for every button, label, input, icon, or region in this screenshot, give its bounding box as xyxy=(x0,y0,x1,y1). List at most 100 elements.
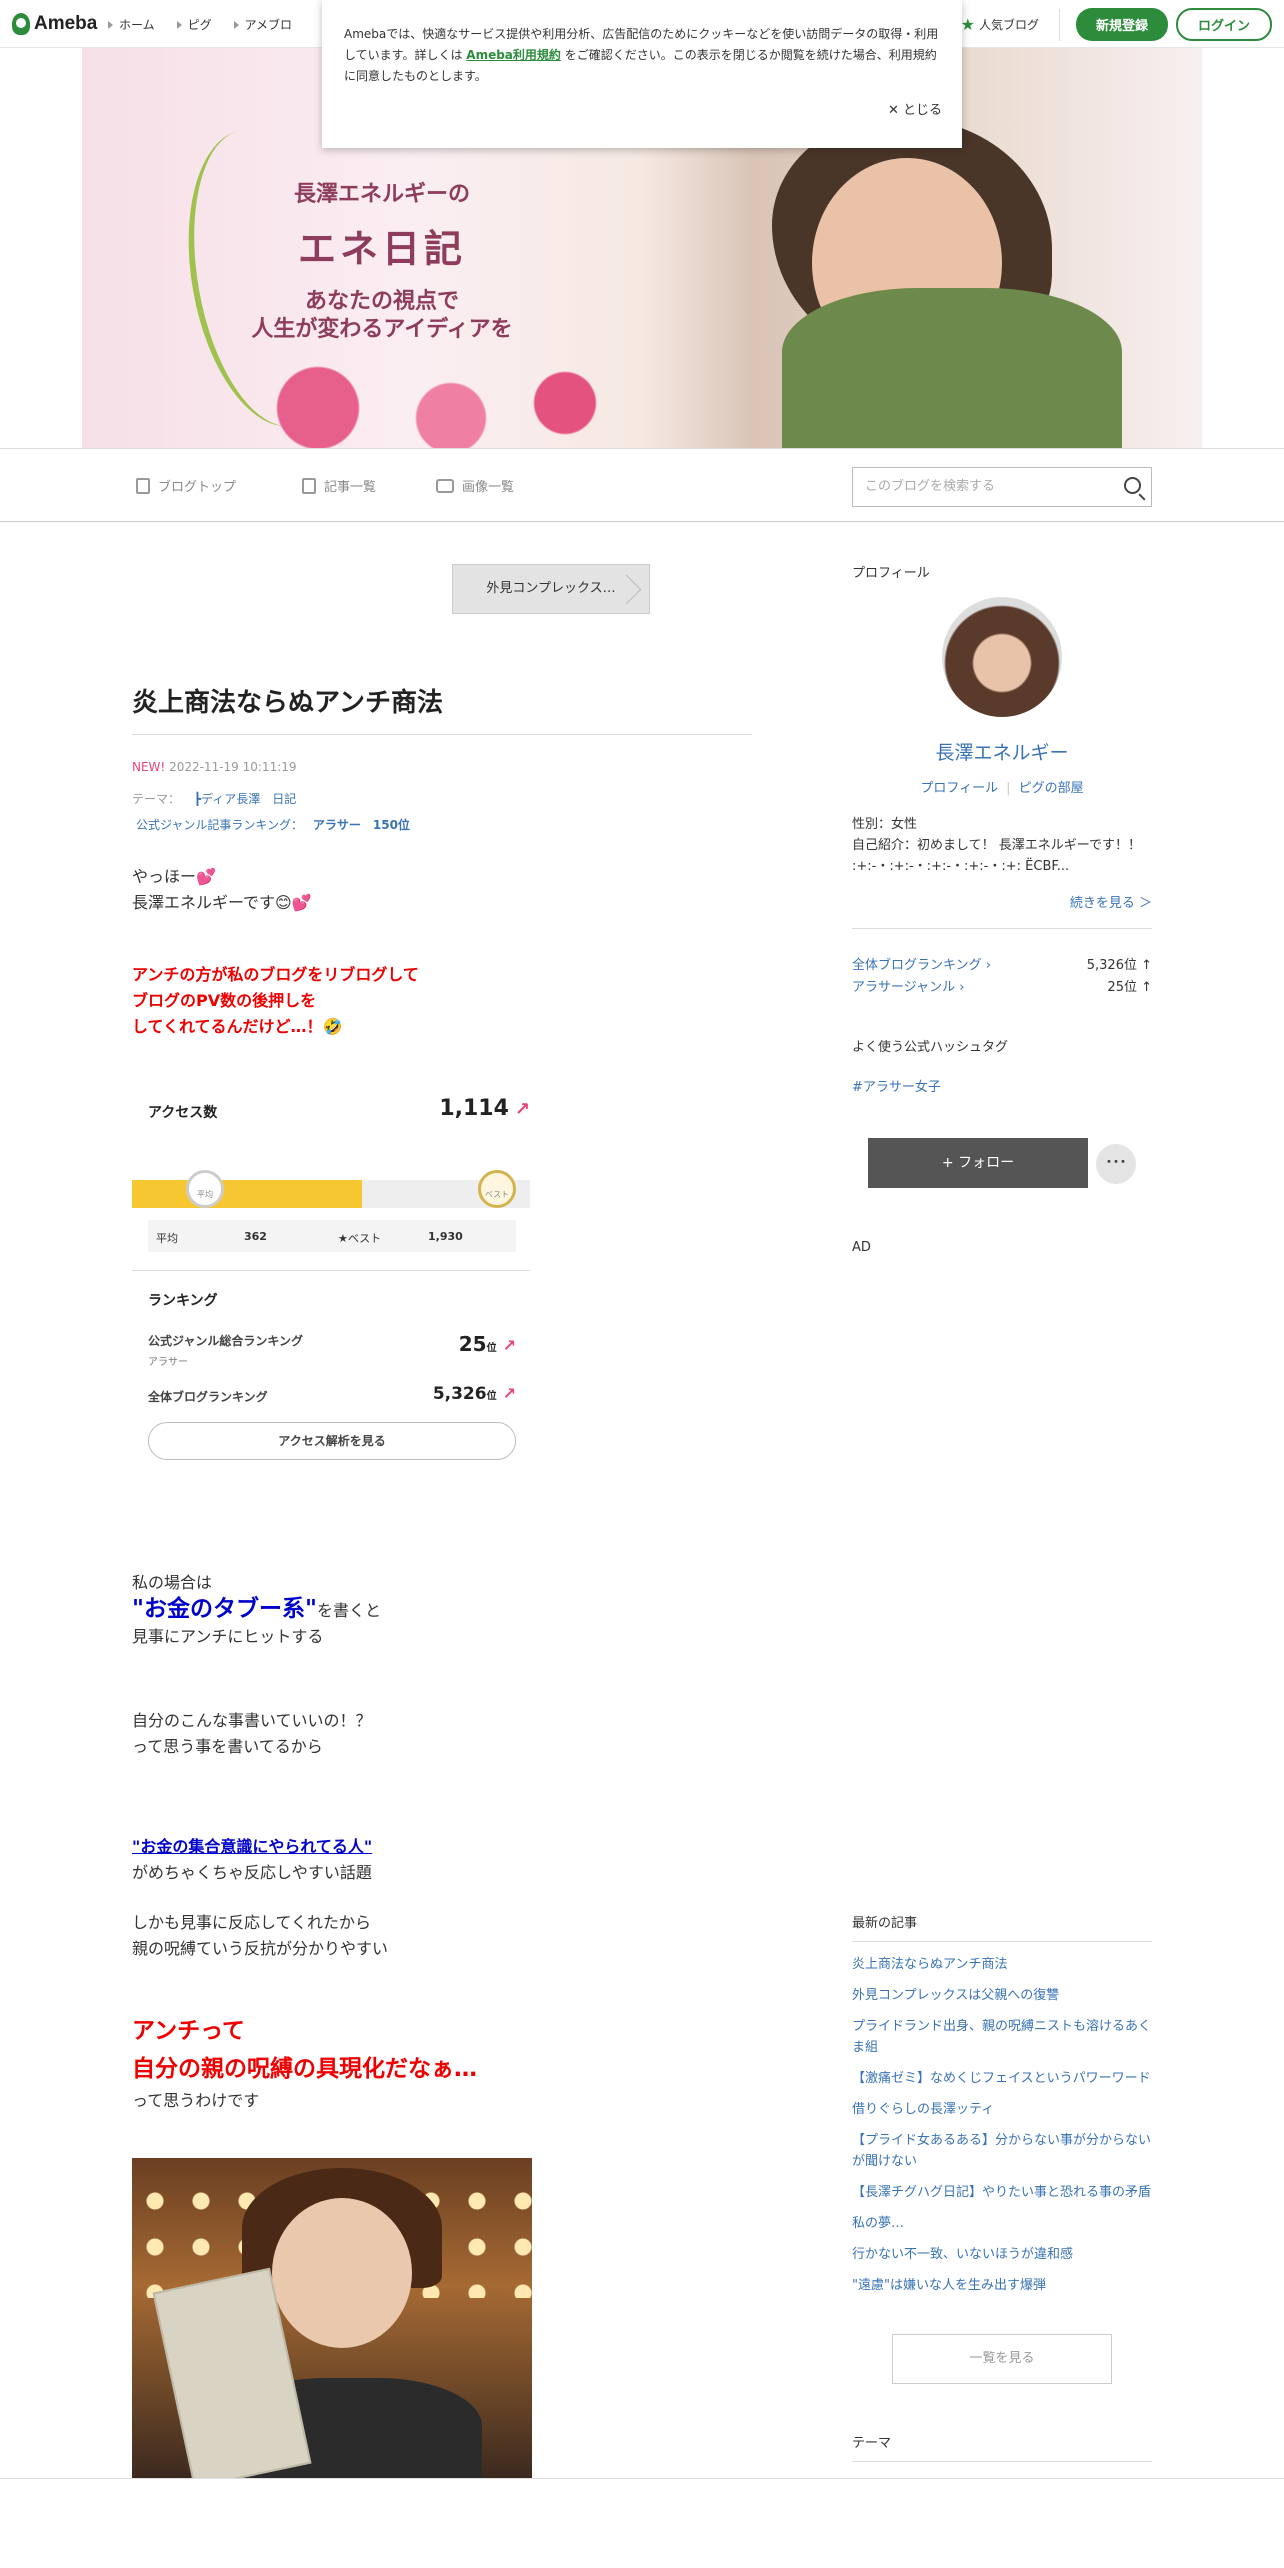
banner-tagline-line1: あなたの視点で xyxy=(304,289,459,314)
text-line: 親の呪縛ていう反抗が分かりやすい xyxy=(132,1939,389,1958)
profile-name[interactable]: 長澤エネルギー xyxy=(852,738,1152,765)
access-bar: 平均 ベスト xyxy=(132,1170,530,1208)
signup-button[interactable]: 新規登録 xyxy=(1075,8,1168,41)
divider xyxy=(1058,8,1060,41)
read-more-link[interactable]: 続きを見る ＞ xyxy=(1070,892,1152,911)
follow-button[interactable]: + フォロー xyxy=(868,1138,1088,1188)
rank-label: 公式ジャンル記事ランキング： xyxy=(136,818,304,832)
article-theme: テーマ： ┣ディア長澤 日記 xyxy=(132,790,296,807)
article-date: 2022-11-19 10:11:19 xyxy=(169,760,297,774)
ameba-logo[interactable]: Ameba xyxy=(12,12,97,36)
text-line: って思うわけです xyxy=(132,2091,260,2110)
article-title[interactable]: 炎上商法ならぬアンチ商法 xyxy=(132,682,443,719)
image-list-link[interactable]: 画像一覧 xyxy=(436,476,514,495)
more-options-button[interactable]: ･･･ xyxy=(1096,1144,1136,1184)
average-label: 平均 xyxy=(156,1232,178,1245)
cookie-close-button[interactable]: ✕ とじる xyxy=(888,100,942,121)
star-icon: ★ xyxy=(960,15,975,34)
emphasis-text: "お金のタブー系" xyxy=(132,1596,317,1622)
view-all-button[interactable]: 一覧を見る xyxy=(892,2334,1112,2384)
genre-ranking-row[interactable]: アラサージャンル › 25位 ↑ xyxy=(852,976,1152,995)
list-item[interactable]: 外見コンプレックスは父親への復讐 xyxy=(852,1985,1152,2006)
overall-ranking-label: 全体ブログランキング xyxy=(852,958,982,973)
terms-link[interactable]: Ameba利用規約 xyxy=(466,48,561,62)
list-item[interactable]: 炎上商法ならぬアンチ商法 xyxy=(852,1954,1152,1975)
ameba-logo-icon xyxy=(12,13,30,35)
emphasis-text: アンチって xyxy=(132,2018,245,2044)
document-icon xyxy=(136,477,150,494)
banner-tagline-line2: 人生が変わるアイディアを xyxy=(251,317,513,342)
article-meta: NEW! 2022-11-19 10:11:19 xyxy=(132,760,297,774)
theme-title: テーマ xyxy=(852,2432,1152,2462)
avatar[interactable] xyxy=(942,597,1062,717)
paragraph-greeting: やっほー💕 長澤エネルギーです😊💕 xyxy=(132,864,312,916)
access-label: アクセス数 xyxy=(148,1105,218,1121)
article-list-link[interactable]: 記事一覧 xyxy=(302,476,376,495)
popular-label: 人気ブログ xyxy=(978,18,1039,32)
ranking-title: ランキング xyxy=(148,1293,218,1309)
best-marker: ベスト xyxy=(478,1170,516,1208)
divider xyxy=(852,928,1152,929)
blog-top-link[interactable]: ブログトップ xyxy=(136,476,236,495)
text-line: やっほー💕 xyxy=(132,867,216,886)
text-line: アンチの方が私のブログをリブログして xyxy=(132,965,419,984)
header-actions: ★ 人気ブログ 新規登録 ログイン xyxy=(961,8,1272,41)
paragraph-collective: "お金の集合意識にやられてる人" がめちゃくちゃ反応しやすい話題 xyxy=(132,1834,372,1886)
login-button[interactable]: ログイン xyxy=(1175,8,1272,41)
footer-bar xyxy=(0,2478,1284,2568)
paragraph-conclusion: アンチって 自分の親の呪縛の具現化だなぁ… って思うわけです xyxy=(132,2012,477,2114)
genre-ranking-label: アラサージャンル xyxy=(852,980,956,995)
photo-face xyxy=(272,2198,412,2348)
nav-home[interactable]: ホーム xyxy=(108,16,155,33)
genre-ranking-value: 25位 ↗ xyxy=(459,1332,516,1356)
list-item[interactable]: 【激痛ゼミ】なめくじフェイスというパワーワード xyxy=(852,2068,1152,2089)
divider: | xyxy=(1006,781,1011,796)
new-badge: NEW! xyxy=(132,760,166,774)
profile-links: プロフィール | ピグの部屋 xyxy=(852,777,1152,796)
overall-ranking-row[interactable]: 全体ブログランキング › 5,326位 ↑ xyxy=(852,954,1152,973)
ad-label: AD xyxy=(852,1240,871,1255)
access-stats-row: 平均 362 ★ベスト 1,930 xyxy=(148,1220,516,1252)
article-ranking[interactable]: 公式ジャンル記事ランキング： アラサー 150位 xyxy=(136,816,410,833)
profile-gender: 性別：女性 xyxy=(852,817,918,832)
list-item[interactable]: 私の夢… xyxy=(852,2213,1152,2234)
text-line: を書くと xyxy=(316,1601,381,1620)
popular-blog-link[interactable]: ★ 人気ブログ xyxy=(961,15,1039,34)
average-value: 362 xyxy=(244,1230,267,1243)
hashtag-link[interactable]: #アラサー女子 xyxy=(852,1076,941,1095)
cookie-notice: Amebaでは、快適なサービス提供や利用分析、広告配信のためにクッキーなどを使い… xyxy=(322,0,962,148)
pigg-room-link[interactable]: ピグの部屋 xyxy=(1019,781,1084,796)
trend-up-icon: ↗ xyxy=(514,1099,530,1120)
text-line: ブログのPV数の後押しを xyxy=(132,991,317,1010)
all-ranking-value: 5,326位 ↗ xyxy=(433,1384,516,1404)
text-line: がめちゃくちゃ反応しやすい話題 xyxy=(132,1863,372,1882)
article-list-label: 記事一覧 xyxy=(324,480,377,495)
nav-ameblo[interactable]: アメブロ xyxy=(234,16,292,33)
list-item[interactable]: プライドランド出身、親の呪縛ニストも溶けるあくま組 xyxy=(852,2016,1152,2058)
value: 5,326 xyxy=(432,1384,487,1404)
divider xyxy=(132,1270,530,1271)
list-item[interactable]: 行かない不一致、いないほうが違和感 xyxy=(852,2244,1152,2265)
blog-search-input[interactable]: このブログを検索する xyxy=(852,467,1152,507)
profile-link[interactable]: プロフィール xyxy=(920,781,998,796)
access-count: 1,114 ↗ xyxy=(439,1096,530,1121)
profile-intro: 自己紹介：初めまして！ 長澤エネルギーです！！ :+:-・:+:-・:+:-・:… xyxy=(852,838,1141,874)
article-photo[interactable] xyxy=(132,2158,532,2478)
access-analysis-button[interactable]: アクセス解析を見る xyxy=(148,1422,516,1460)
nav-pigg[interactable]: ピグ xyxy=(177,16,212,33)
access-stats-widget: アクセス数 1,114 ↗ 平均 ベスト 平均 362 ★ベスト 1,930 ラン… xyxy=(132,1082,530,1462)
search-icon[interactable] xyxy=(1124,477,1141,494)
trend-up-icon: ↗ xyxy=(502,1384,516,1403)
header-nav: ホーム ピグ アメブロ xyxy=(108,16,292,33)
list-item[interactable]: 【長澤チグハグ日記】やりたい事と恐れる事の矛盾 xyxy=(852,2182,1152,2203)
banner-tagline: あなたの視点で 人生が変わるアイディアを xyxy=(82,288,682,344)
value: 25 xyxy=(458,1332,487,1356)
list-item[interactable]: "遠慮"は嫌いな人を生み出す爆弾 xyxy=(852,2275,1152,2296)
trend-up-icon: ↗ xyxy=(502,1336,516,1355)
previous-article-button[interactable]: 外見コンプレックス… xyxy=(452,564,650,614)
list-item[interactable]: 【プライド女あるある】分からない事が分からないが聞けない xyxy=(852,2130,1152,2172)
list-item[interactable]: 借りぐらしの長澤ッティ xyxy=(852,2099,1152,2120)
text-line: 見事にアンチにヒットする xyxy=(132,1627,324,1646)
theme-link[interactable]: ┣ディア長澤 日記 xyxy=(194,792,296,806)
emphasis-link[interactable]: "お金の集合意識にやられてる人" xyxy=(132,1834,372,1860)
